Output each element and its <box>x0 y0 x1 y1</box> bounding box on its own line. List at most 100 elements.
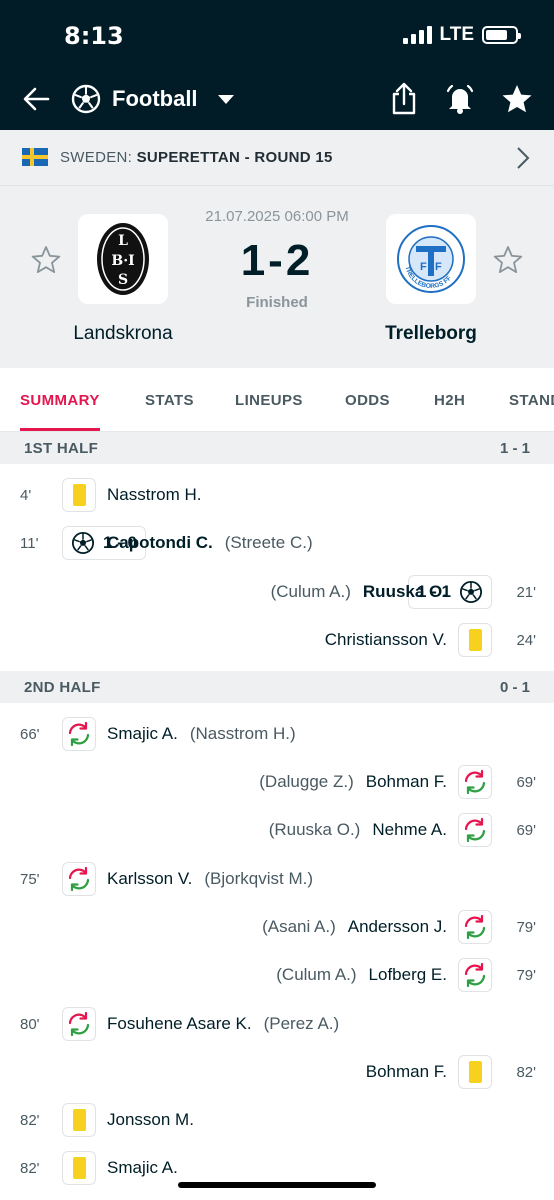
football-icon[interactable] <box>70 83 102 115</box>
player-name[interactable]: Smajic A. <box>107 1158 178 1177</box>
tab-standings[interactable]: STANDINGS <box>509 392 554 409</box>
svg-text:F: F <box>420 261 427 273</box>
event-row[interactable]: 66' Smajic A. (Nasstrom H.) <box>0 714 554 754</box>
half-header: 1ST HALF 1 - 1 <box>0 432 554 464</box>
star-icon[interactable] <box>500 82 534 116</box>
event-row[interactable]: 82' Bohman F. <box>0 1052 554 1092</box>
substitution-badge <box>458 765 492 799</box>
league-name: SUPERETTAN - ROUND 15 <box>136 149 333 166</box>
status-time: 8:13 <box>64 22 124 50</box>
app-bar: Football <box>0 70 554 130</box>
event-row[interactable]: 21' 1 - 1 (Culum A.) Ruuska O. <box>0 572 554 612</box>
player-name[interactable]: Lofberg E. <box>369 965 447 984</box>
event-minute: 11' <box>20 535 39 552</box>
arrow-left-icon[interactable] <box>20 82 54 116</box>
event-minute: 80' <box>20 1016 40 1033</box>
tab-lineups[interactable]: LINEUPS <box>235 392 303 409</box>
player-name[interactable]: Capotondi C. <box>107 533 213 552</box>
substitution-icon <box>66 721 92 747</box>
event-row[interactable]: 79' (Asani A.) Andersson J. <box>0 907 554 947</box>
player-name[interactable]: Bohman F. <box>366 1062 447 1081</box>
svg-text:F: F <box>435 261 442 273</box>
event-minute: 21' <box>516 584 536 601</box>
event-minute: 79' <box>516 919 536 936</box>
assist-name[interactable]: (Perez A.) <box>264 1014 340 1033</box>
yellow-card-icon <box>72 1157 86 1179</box>
home-indicator[interactable] <box>178 1182 376 1188</box>
event-text: (Dalugge Z.) Bohman F. <box>259 772 447 792</box>
assist-name[interactable]: (Nasstrom H.) <box>190 724 296 743</box>
away-team-name[interactable]: Trelleborg <box>346 323 516 345</box>
event-row[interactable]: 79' (Culum A.) Lofberg E. <box>0 955 554 995</box>
chevron-right-icon[interactable] <box>516 146 530 170</box>
player-name[interactable]: Karlsson V. <box>107 869 192 888</box>
event-minute: 66' <box>20 726 40 743</box>
player-name[interactable]: Nehme A. <box>372 820 447 839</box>
half-score: 1 - 1 <box>499 440 530 457</box>
event-text: Christiansson V. <box>325 630 447 650</box>
player-name[interactable]: Nasstrom H. <box>107 485 201 504</box>
yellow-card-icon <box>468 629 482 651</box>
event-row[interactable]: 82' Jonsson M. <box>0 1100 554 1140</box>
player-name[interactable]: Fosuhene Asare K. <box>107 1014 252 1033</box>
player-name[interactable]: Ruuska O. <box>363 582 447 601</box>
substitution-icon <box>66 1011 92 1037</box>
half-score: 0 - 1 <box>499 679 530 696</box>
player-name[interactable]: Smajic A. <box>107 724 178 743</box>
event-row[interactable]: 24' Christiansson V. <box>0 620 554 660</box>
event-row[interactable]: 69' (Ruuska O.) Nehme A. <box>0 810 554 850</box>
substitution-icon <box>462 769 488 795</box>
assist-name[interactable]: (Ruuska O.) <box>269 820 361 839</box>
event-text: Fosuhene Asare K. (Perez A.) <box>107 1014 339 1034</box>
player-name[interactable]: Bohman F. <box>366 772 447 791</box>
event-text: Karlsson V. (Bjorkqvist M.) <box>107 869 313 889</box>
event-row[interactable]: 4' Nasstrom H. <box>0 475 554 515</box>
assist-name[interactable]: (Culum A.) <box>271 582 351 601</box>
assist-name[interactable]: (Bjorkqvist M.) <box>204 869 313 888</box>
event-minute: 4' <box>20 487 32 504</box>
substitution-badge <box>458 958 492 992</box>
event-row[interactable]: 75' Karlsson V. (Bjorkqvist M.) <box>0 859 554 899</box>
tab-stats[interactable]: STATS <box>145 392 194 409</box>
event-row[interactable]: 11' 1 - 0 Capotondi C. (Streete C.) <box>0 523 554 563</box>
match-header: L B·I S Landskrona 21.07.2025 06:00 PM 1… <box>0 186 554 368</box>
event-text: Bohman F. <box>366 1062 447 1082</box>
assist-name[interactable]: (Culum A.) <box>276 965 356 984</box>
player-name[interactable]: Christiansson V. <box>325 630 447 649</box>
assist-name[interactable]: (Asani A.) <box>262 917 336 936</box>
half-header: 2ND HALF 0 - 1 <box>0 671 554 703</box>
league-header[interactable]: SWEDEN: SUPERETTAN - ROUND 15 <box>0 130 554 186</box>
share-icon[interactable] <box>389 82 419 116</box>
event-text: Smajic A. <box>107 1158 178 1178</box>
battery-icon <box>482 26 521 44</box>
sport-title[interactable]: Football <box>112 86 198 112</box>
bell-icon[interactable] <box>443 82 477 116</box>
assist-name[interactable]: (Streete C.) <box>225 533 313 552</box>
substitution-badge <box>62 1007 96 1041</box>
home-team-name[interactable]: Landskrona <box>38 323 208 345</box>
tab-bar: SUMMARY STATS LINEUPS ODDS H2H STANDINGS <box>0 368 554 432</box>
football-icon <box>71 531 95 555</box>
chevron-down-icon[interactable] <box>218 95 234 104</box>
event-minute: 69' <box>516 822 536 839</box>
event-row[interactable]: 80' Fosuhene Asare K. (Perez A.) <box>0 1004 554 1044</box>
yellow-card-icon <box>468 1061 482 1083</box>
event-text: (Culum A.) Ruuska O. <box>271 582 447 602</box>
status-bar: 8:13 LTE <box>0 0 554 70</box>
substitution-icon <box>66 866 92 892</box>
league-country: SWEDEN: <box>60 149 137 166</box>
event-text: Smajic A. (Nasstrom H.) <box>107 724 296 744</box>
tab-odds[interactable]: ODDS <box>345 392 390 409</box>
event-text: Capotondi C. (Streete C.) <box>107 533 313 553</box>
tab-summary[interactable]: SUMMARY <box>20 392 100 431</box>
away-favorite-star-icon[interactable] <box>492 244 524 276</box>
player-name[interactable]: Jonsson M. <box>107 1110 194 1129</box>
tab-h2h[interactable]: H2H <box>434 392 465 409</box>
away-team-logo[interactable]: F F TRELLEBORGS FF <box>386 214 476 304</box>
player-name[interactable]: Andersson J. <box>348 917 447 936</box>
assist-name[interactable]: (Dalugge Z.) <box>259 772 353 791</box>
event-row[interactable]: 69' (Dalugge Z.) Bohman F. <box>0 762 554 802</box>
event-text: (Asani A.) Andersson J. <box>262 917 447 937</box>
event-minute: 82' <box>516 1064 536 1081</box>
network-label: LTE <box>439 24 474 45</box>
